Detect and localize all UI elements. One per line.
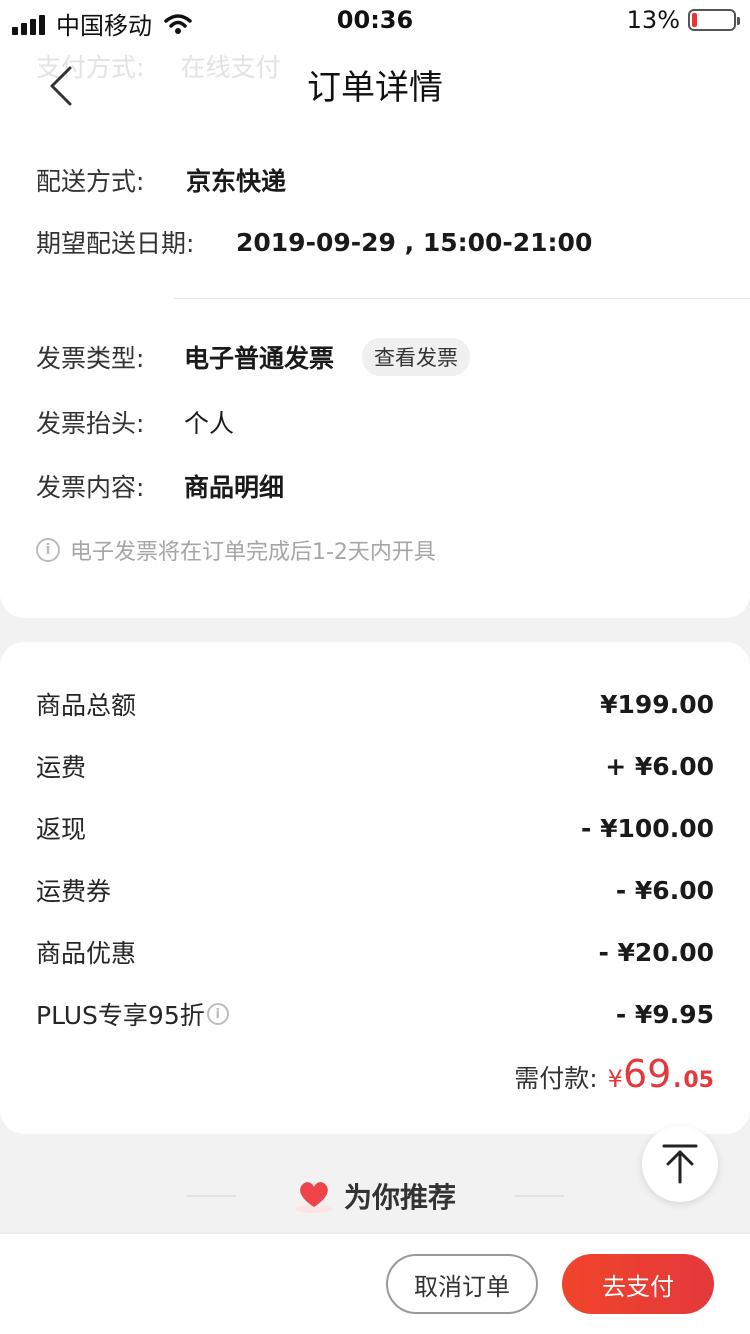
price-row: 运费 + ¥6.00: [36, 748, 714, 784]
view-invoice-button[interactable]: 查看发票: [362, 338, 471, 376]
nav-bar: 支付方式: 在线支付 订单详情: [0, 40, 750, 132]
status-bar: 中国移动 00:36 13%: [0, 0, 750, 40]
invoice-content-label: 发票内容:: [36, 473, 145, 502]
arrow-up-icon: [662, 1144, 698, 1184]
price-row-amount: - ¥100.00: [581, 813, 714, 843]
recommend-title: 为你推荐: [294, 1176, 456, 1216]
price-row-amount: ¥199.00: [600, 689, 714, 719]
price-row-amount: - ¥20.00: [598, 937, 714, 967]
invoice-title-value: 个人: [184, 409, 235, 438]
price-row-amount: - ¥9.95: [615, 999, 714, 1029]
battery-percent: 13%: [626, 6, 680, 34]
price-row-label: 运费: [36, 753, 87, 782]
total-currency: ¥: [607, 1065, 623, 1093]
invoice-type-value: 电子普通发票: [184, 344, 335, 373]
price-row: 运费券 - ¥6.00: [36, 872, 714, 908]
section-divider: [174, 298, 750, 299]
invoice-content-row: 发票内容: 商品明细: [36, 468, 284, 504]
total-decimal: 05: [683, 1068, 714, 1093]
plus-discount-label-group: PLUS专享95折 i: [36, 996, 229, 1032]
price-row-label: PLUS专享95折: [36, 1001, 205, 1030]
recommend-title-text: 为你推荐: [343, 1181, 456, 1214]
delivery-date-value: 2019-09-29 , 15:00-21:00: [236, 227, 593, 257]
price-row-label: 返现: [36, 815, 87, 844]
back-to-top-button[interactable]: [642, 1126, 718, 1202]
recommend-header: 为你推荐: [0, 1176, 750, 1216]
price-summary-card: 商品总额 ¥199.00 运费 + ¥6.00 返现 - ¥100.00 运费券…: [0, 642, 750, 1134]
price-row-label: 商品总额: [36, 691, 137, 720]
cancel-order-button[interactable]: 取消订单: [386, 1254, 538, 1314]
price-row: 返现 - ¥100.00: [36, 810, 714, 846]
price-row: PLUS专享95折 i - ¥9.95: [36, 996, 714, 1032]
status-right: 13%: [626, 6, 740, 34]
heart-icon: [295, 1182, 332, 1213]
plus-info-icon[interactable]: i: [206, 1003, 229, 1025]
price-row-label: 商品优惠: [36, 939, 137, 968]
total-due: 需付款: ¥ 69. 05: [514, 1052, 714, 1096]
delivery-method-row: 配送方式: 京东快递: [36, 162, 286, 198]
price-row: 商品总额 ¥199.00: [36, 686, 714, 722]
delivery-date-label: 期望配送日期:: [36, 229, 195, 258]
total-integer: 69.: [622, 1052, 684, 1096]
invoice-title-label: 发票抬头:: [36, 409, 145, 438]
delivery-method-label: 配送方式:: [36, 167, 145, 196]
delivery-method-value: 京东快递: [186, 167, 287, 196]
info-icon: i: [36, 538, 60, 562]
price-row-amount: - ¥6.00: [615, 875, 714, 905]
delivery-date-row: 期望配送日期: 2019-09-29 , 15:00-21:00: [36, 224, 592, 260]
battery-level: [692, 13, 697, 27]
invoice-type-label: 发票类型:: [36, 344, 145, 373]
invoice-note: i 电子发票将在订单完成后1-2天内开具: [36, 534, 436, 566]
bottom-action-bar: 取消订单 去支付: [0, 1234, 750, 1334]
pay-button[interactable]: 去支付: [562, 1254, 714, 1314]
price-row-amount: + ¥6.00: [605, 751, 714, 781]
total-due-label: 需付款:: [514, 1064, 598, 1093]
page-title: 订单详情: [307, 68, 443, 108]
invoice-type-row: 发票类型: 电子普通发票 查看发票: [36, 338, 471, 376]
invoice-title-row: 发票抬头: 个人: [36, 404, 234, 440]
divider-right: [514, 1195, 564, 1197]
price-row: 商品优惠 - ¥20.00: [36, 934, 714, 970]
divider-left: [185, 1195, 236, 1197]
invoice-content-value: 商品明细: [184, 473, 285, 502]
order-info-card: 配送方式: 京东快递 期望配送日期: 2019-09-29 , 15:00-21…: [0, 132, 750, 618]
invoice-note-text: 电子发票将在订单完成后1-2天内开具: [70, 540, 436, 565]
battery-icon: [688, 9, 740, 31]
price-row-label: 运费券: [36, 877, 112, 906]
